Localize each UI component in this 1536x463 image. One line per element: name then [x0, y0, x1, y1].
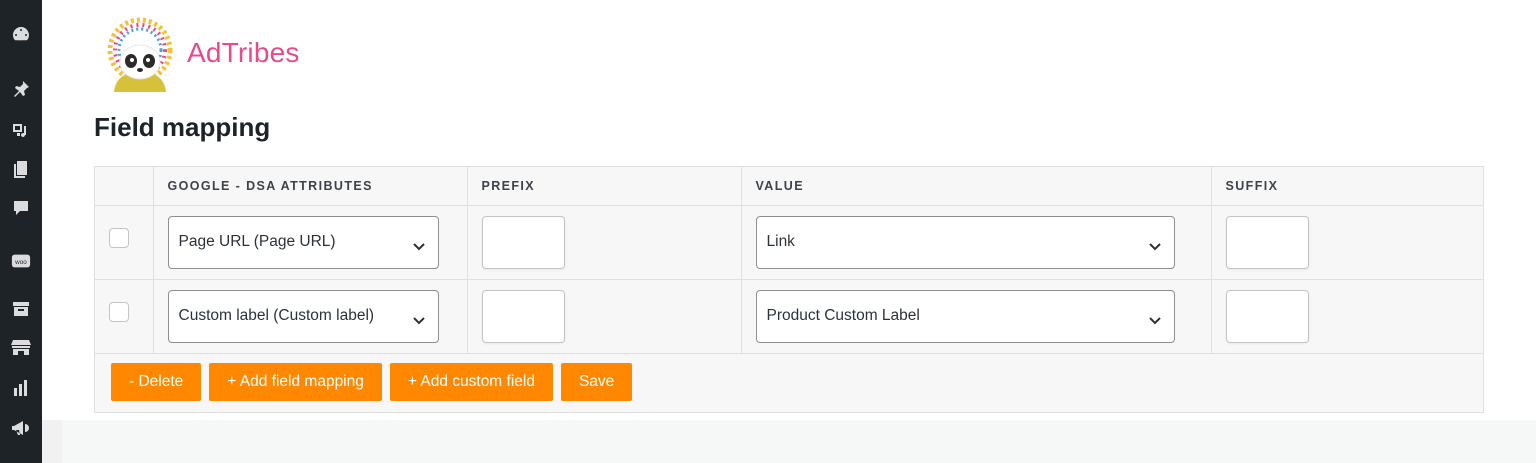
page-background	[62, 420, 1536, 463]
value-select[interactable]: Link	[755, 215, 1175, 269]
dashboard-icon[interactable]	[10, 23, 32, 45]
svg-text:woo: woo	[14, 259, 27, 266]
value-cell: Product Custom Label	[741, 279, 1212, 354]
suffix-cell	[1211, 279, 1483, 354]
page-title: Field mapping	[94, 112, 271, 142]
save-button[interactable]: Save	[560, 363, 633, 401]
delete-button[interactable]: - Delete	[111, 363, 202, 401]
value-cell: Link	[741, 205, 1212, 280]
comments-icon[interactable]	[10, 197, 32, 219]
pin-icon[interactable]	[10, 78, 32, 100]
table-actions: - Delete + Add field mapping + Add custo…	[111, 363, 633, 401]
suffix-cell	[1211, 205, 1483, 280]
attribute-select-value: Page URL (Page URL)	[178, 233, 336, 250]
admin-sidebar: woo	[0, 0, 42, 463]
pages-icon[interactable]	[10, 158, 32, 180]
suffix-input[interactable]	[1225, 289, 1309, 343]
value-select[interactable]: Product Custom Label	[755, 289, 1175, 343]
media-icon[interactable]	[10, 119, 32, 141]
adtribes-logo	[100, 14, 180, 92]
header-suffix: SUFFIX	[1211, 167, 1483, 206]
prefix-input[interactable]	[481, 215, 565, 269]
marketing-icon[interactable]	[10, 417, 32, 439]
chevron-down-icon	[1148, 313, 1162, 324]
attribute-select-value: Custom label (Custom label)	[178, 307, 375, 324]
row-checkbox[interactable]	[109, 302, 129, 322]
value-select-value: Link	[766, 233, 795, 250]
header-prefix: PREFIX	[467, 167, 742, 206]
attribute-select[interactable]: Page URL (Page URL)	[167, 215, 439, 269]
add-field-mapping-button[interactable]: + Add field mapping	[209, 363, 382, 401]
prefix-cell	[467, 279, 742, 354]
row-checkbox-cell	[95, 279, 154, 354]
table-row: Custom label (Custom label) Product Cust…	[95, 279, 1483, 354]
table-row: Page URL (Page URL) Link	[95, 205, 1483, 280]
analytics-icon[interactable]	[10, 377, 32, 399]
prefix-cell	[467, 205, 742, 280]
row-checkbox[interactable]	[109, 228, 129, 248]
header-checkbox-cell	[95, 167, 154, 206]
woo-icon[interactable]: woo	[10, 250, 32, 272]
chevron-down-icon	[412, 239, 426, 250]
chevron-down-icon	[1148, 239, 1162, 250]
table-header-row: GOOGLE - DSA ATTRIBUTES PREFIX VALUE SUF…	[95, 167, 1483, 206]
header-attributes: GOOGLE - DSA ATTRIBUTES	[153, 167, 468, 206]
field-mapping-table: GOOGLE - DSA ATTRIBUTES PREFIX VALUE SUF…	[94, 166, 1484, 413]
suffix-input[interactable]	[1225, 215, 1309, 269]
value-select-value: Product Custom Label	[766, 307, 920, 324]
archive-icon[interactable]	[10, 298, 32, 320]
header-value: VALUE	[741, 167, 1212, 206]
store-icon[interactable]	[10, 336, 32, 358]
row-checkbox-cell	[95, 205, 154, 280]
add-custom-field-button[interactable]: + Add custom field	[389, 363, 553, 401]
attribute-cell: Custom label (Custom label)	[153, 279, 468, 354]
prefix-input[interactable]	[481, 289, 565, 343]
attribute-select[interactable]: Custom label (Custom label)	[167, 289, 439, 343]
chevron-down-icon	[412, 313, 426, 324]
brand-name: AdTribes	[187, 37, 300, 68]
attribute-cell: Page URL (Page URL)	[153, 205, 468, 280]
